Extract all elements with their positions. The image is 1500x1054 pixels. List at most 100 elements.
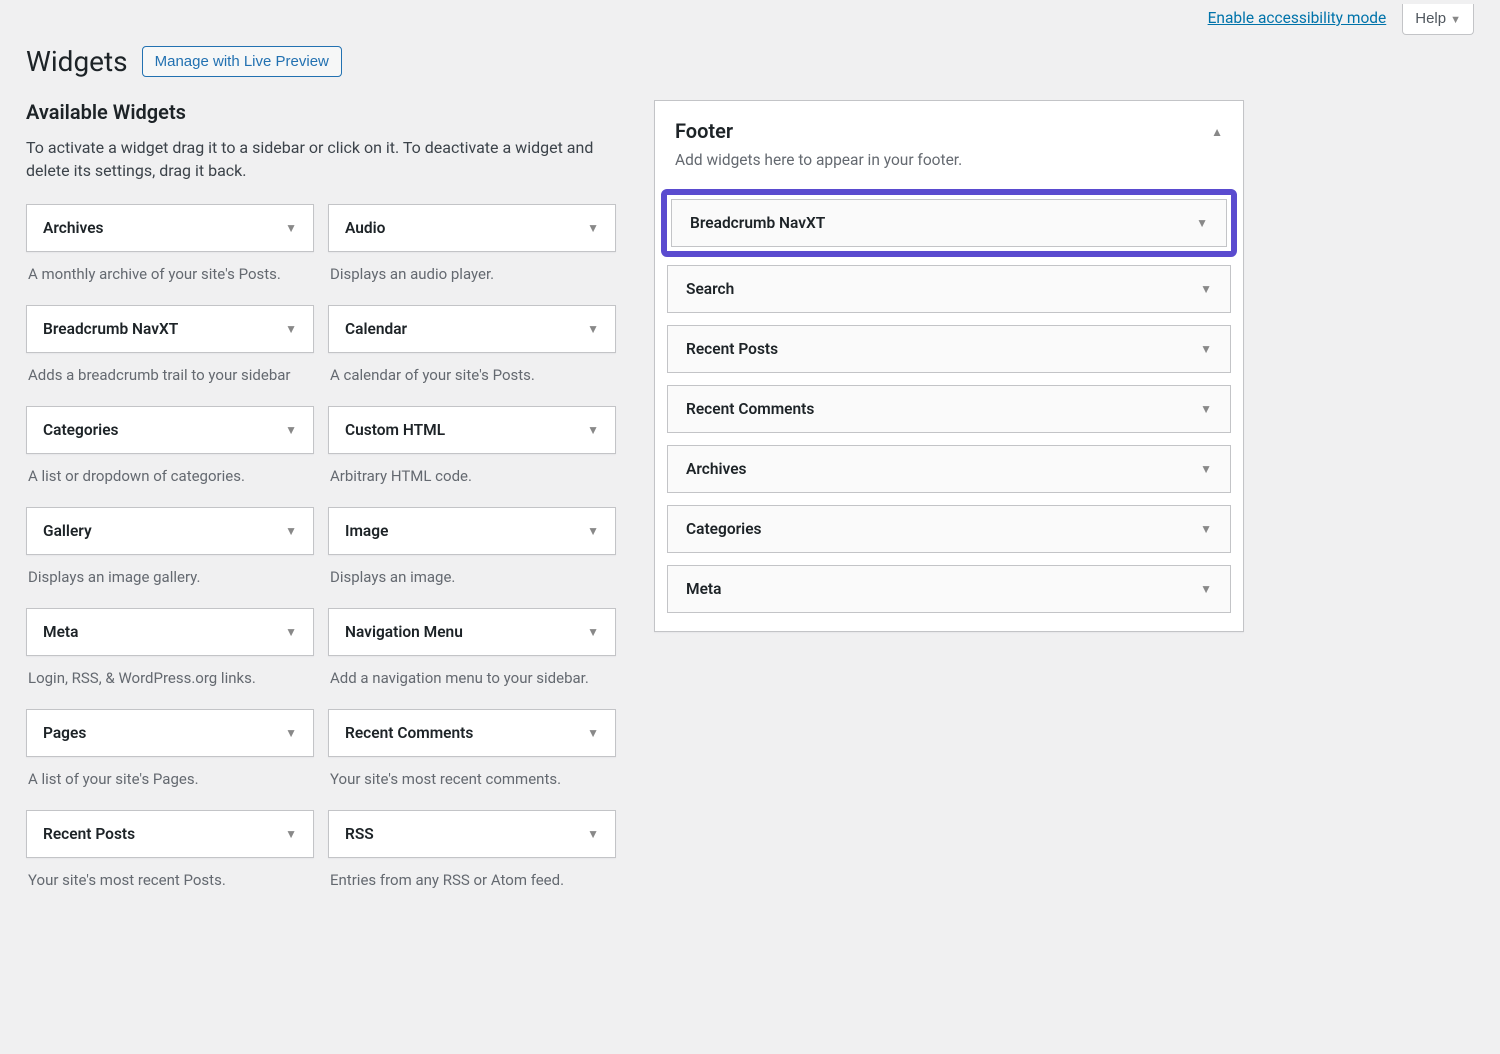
available-widget-label: Pages [43, 724, 86, 742]
sidebar-panel-footer: Footer ▲ Add widgets here to appear in y… [654, 100, 1244, 632]
chevron-down-icon: ▼ [587, 322, 599, 336]
chevron-down-icon: ▼ [1200, 522, 1212, 536]
page-title: Widgets [26, 45, 128, 78]
available-widget-cell: Gallery ▼ Displays an image gallery. [26, 507, 314, 598]
available-widget-label: Gallery [43, 522, 92, 540]
sidebar-widget-wrap: Recent Comments ▼ [667, 385, 1231, 433]
sidebar-widget-wrap: Meta ▼ [667, 565, 1231, 613]
available-widget-label: Breadcrumb NavXT [43, 320, 178, 338]
chevron-up-icon: ▲ [1211, 125, 1223, 139]
sidebar-widget-item[interactable]: Archives ▼ [667, 445, 1231, 493]
sidebar-widget-label: Search [686, 280, 734, 298]
chevron-down-icon: ▼ [285, 524, 297, 538]
available-widget-cell: Image▼Displays an image. [328, 507, 616, 598]
sidebar-header[interactable]: Footer ▲ [655, 101, 1243, 149]
available-widget-cell: Pages ▼ A list of your site's Pages. [26, 709, 314, 800]
chevron-down-icon: ▼ [1200, 282, 1212, 296]
available-widget-item[interactable]: Navigation Menu ▼ [328, 608, 616, 656]
sidebar-title: Footer [675, 119, 733, 143]
available-widget-item[interactable]: Recent Comments ▼ [328, 709, 616, 757]
available-widget-desc: A calendar of your site's Posts. [328, 353, 616, 396]
sidebar-widget-label: Breadcrumb NavXT [690, 214, 825, 232]
chevron-down-icon: ▼ [285, 726, 297, 740]
sidebar-desc: Add widgets here to appear in your foote… [655, 149, 1243, 183]
sidebar-widget-label: Archives [686, 460, 747, 478]
available-widget-label: Recent Posts [43, 825, 135, 843]
available-widget-desc: Your site's most recent Posts. [26, 858, 314, 901]
chevron-down-icon: ▼ [285, 221, 297, 235]
available-widget-desc: A list or dropdown of categories. [26, 454, 314, 497]
available-widget-desc: Displays an audio player. [328, 252, 616, 295]
available-widget-item[interactable]: Breadcrumb NavXT▼ [26, 305, 314, 353]
available-widget-cell: Navigation Menu ▼ Add a navigation menu to… [328, 608, 616, 699]
chevron-down-icon: ▼ [1200, 582, 1212, 596]
chevron-down-icon: ▼ [587, 625, 599, 639]
sidebar-widget-item[interactable]: Categories▼ [667, 505, 1231, 553]
chevron-down-icon: ▼ [587, 827, 599, 841]
highlighted-widget-frame: Breadcrumb NavXT ▼ [661, 189, 1237, 257]
sidebar-widget-item[interactable]: Recent Comments ▼ [667, 385, 1231, 433]
chevron-down-icon: ▼ [285, 625, 297, 639]
available-widget-desc: Displays an image gallery. [26, 555, 314, 598]
chevron-down-icon: ▼ [1196, 216, 1208, 230]
available-widget-item[interactable]: Meta ▼ [26, 608, 314, 656]
available-widget-cell: Meta ▼ Login, RSS, & WordPress.org links. [26, 608, 314, 699]
available-widget-item[interactable]: Pages ▼ [26, 709, 314, 757]
available-widget-label: Categories [43, 421, 119, 439]
available-widget-desc: Add a navigation menu to your sidebar. [328, 656, 616, 699]
available-widget-desc: Entries from any RSS or Atom feed. [328, 858, 616, 901]
available-widget-desc: Adds a breadcrumb trail to your sidebar [26, 353, 314, 396]
sidebar-widget-item[interactable]: Breadcrumb NavXT ▼ [671, 199, 1227, 247]
available-widget-cell: Archives ▼ A monthly archive of your site'… [26, 204, 314, 295]
available-widget-cell: RSS▼Entries from any RSS or Atom feed. [328, 810, 616, 901]
chevron-down-icon: ▼ [1200, 462, 1212, 476]
available-widget-label: Audio [345, 219, 385, 237]
sidebar-widget-wrap: Categories▼ [667, 505, 1231, 553]
chevron-down-icon: ▼ [1200, 342, 1212, 356]
sidebar-widget-wrap: Archives ▼ [667, 445, 1231, 493]
available-widget-cell: Custom HTML ▼ Arbitrary HTML code. [328, 406, 616, 497]
available-widget-label: Meta [43, 623, 78, 641]
available-widget-item[interactable]: Custom HTML ▼ [328, 406, 616, 454]
chevron-down-icon: ▼ [587, 423, 599, 437]
help-tab[interactable]: Help▼ [1402, 4, 1474, 35]
live-preview-button[interactable]: Manage with Live Preview [142, 46, 342, 77]
available-widget-desc: Login, RSS, & WordPress.org links. [26, 656, 314, 699]
available-widgets-title: Available Widgets [26, 100, 616, 124]
sidebar-widget-item[interactable]: Recent Posts ▼ [667, 325, 1231, 373]
help-label: Help [1415, 10, 1446, 27]
sidebar-widget-item[interactable]: Search ▼ [667, 265, 1231, 313]
available-widgets-desc: To activate a widget drag it to a sideba… [26, 136, 616, 182]
chevron-down-icon: ▼ [285, 827, 297, 841]
available-widgets-column: Available Widgets To activate a widget d… [26, 100, 616, 911]
available-widget-label: Archives [43, 219, 104, 237]
available-widget-desc: A monthly archive of your site's Posts. [26, 252, 314, 295]
available-widget-item[interactable]: Gallery ▼ [26, 507, 314, 555]
available-widget-item[interactable]: Categories ▼ [26, 406, 314, 454]
chevron-down-icon: ▼ [1200, 402, 1212, 416]
sidebar-widget-label: Recent Comments [686, 400, 814, 418]
available-widget-cell: Recent Comments ▼ Your site's most recent … [328, 709, 616, 800]
available-widget-desc: A list of your site's Pages. [26, 757, 314, 800]
available-widget-label: Navigation Menu [345, 623, 463, 641]
available-widget-desc: Arbitrary HTML code. [328, 454, 616, 497]
available-widget-item[interactable]: Archives ▼ [26, 204, 314, 252]
available-widget-item[interactable]: Audio▼ [328, 204, 616, 252]
available-widget-label: Image [345, 522, 388, 540]
available-widget-desc: Your site's most recent comments. [328, 757, 616, 800]
available-widget-item[interactable]: Recent Posts ▼ [26, 810, 314, 858]
available-widget-item[interactable]: RSS▼ [328, 810, 616, 858]
sidebar-widget-item[interactable]: Meta ▼ [667, 565, 1231, 613]
available-widget-item[interactable]: Calendar ▼ [328, 305, 616, 353]
available-widget-cell: Audio▼Displays an audio player. [328, 204, 616, 295]
available-widget-item[interactable]: Image▼ [328, 507, 616, 555]
accessibility-mode-link[interactable]: Enable accessibility mode [1208, 4, 1387, 27]
chevron-down-icon: ▼ [587, 726, 599, 740]
available-widget-label: Custom HTML [345, 421, 445, 439]
available-widget-label: Recent Comments [345, 724, 473, 742]
available-widget-cell: Breadcrumb NavXT▼Adds a breadcrumb trail… [26, 305, 314, 396]
sidebar-widget-label: Meta [686, 580, 721, 598]
chevron-down-icon: ▼ [285, 423, 297, 437]
sidebar-widget-label: Recent Posts [686, 340, 778, 358]
available-widget-label: Calendar [345, 320, 407, 338]
